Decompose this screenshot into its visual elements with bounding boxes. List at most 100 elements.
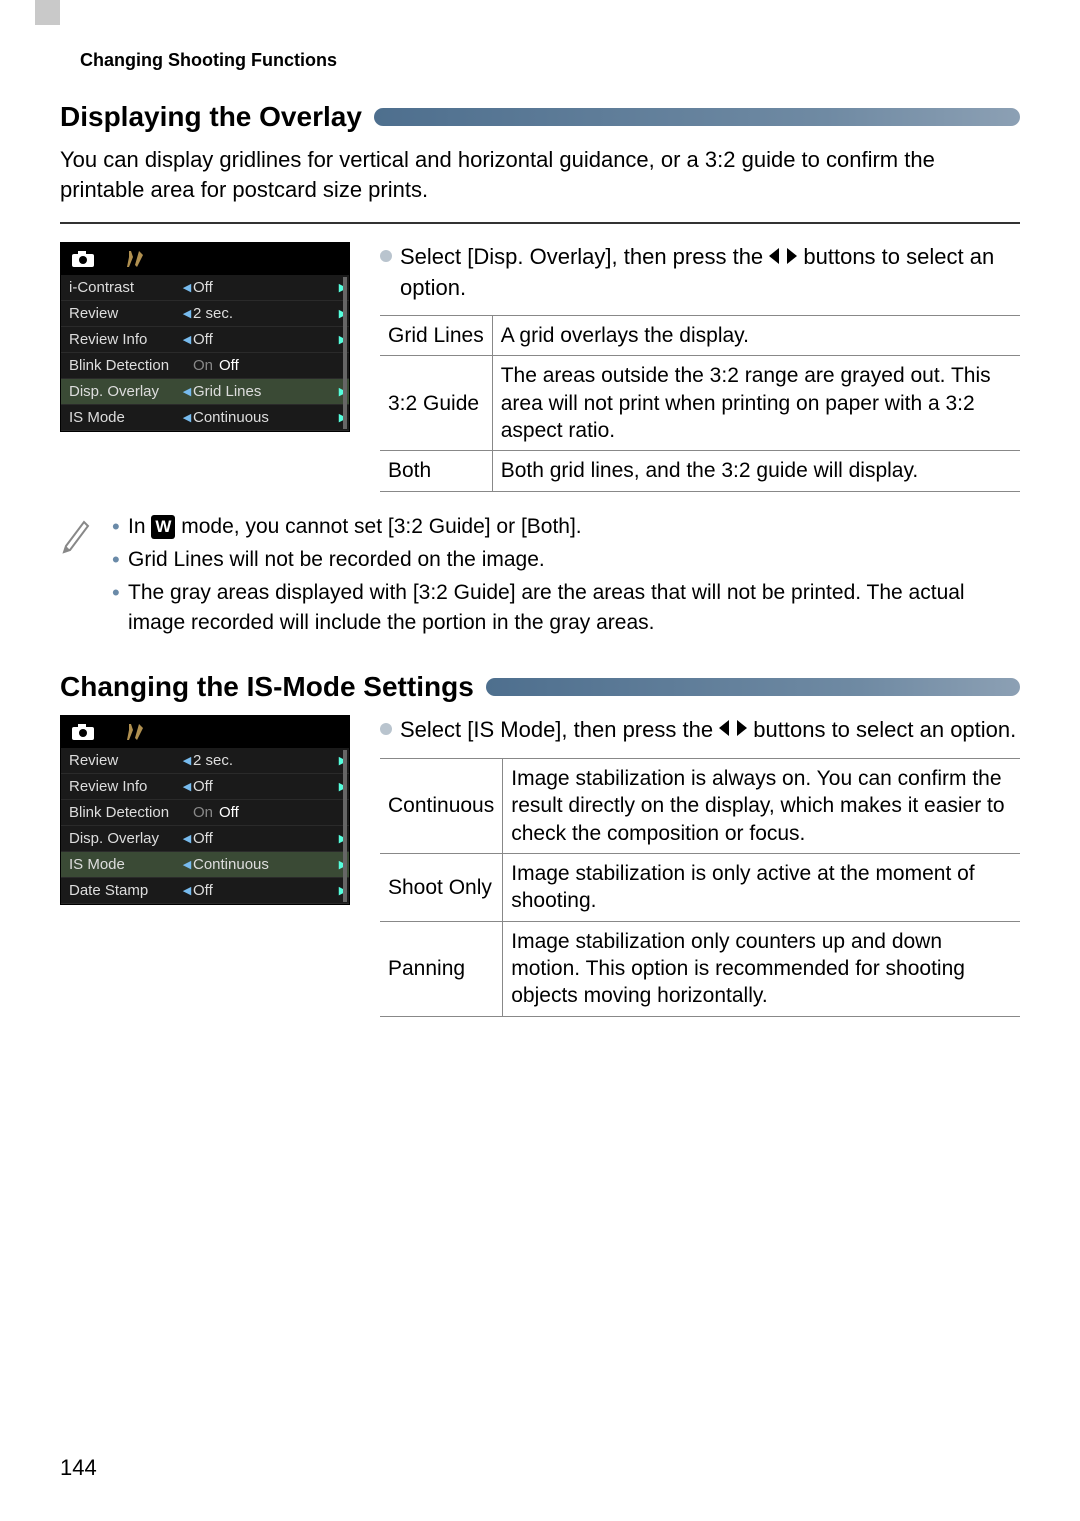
note-item: The gray areas displayed with [3:2 Guide… <box>112 578 1020 637</box>
step-instruction: Select [IS Mode], then press the buttons… <box>380 715 1020 746</box>
option-desc: Image stabilization is always on. You ca… <box>503 759 1020 854</box>
step-bullet-icon <box>380 723 392 735</box>
menu-label: IS Mode <box>61 409 181 426</box>
triangle-left-icon: ◀ <box>181 385 193 398</box>
menu-row: Date Stamp◀Off▶ <box>61 878 349 904</box>
section-title: Changing the IS-Mode Settings <box>60 671 474 703</box>
lcd-tabs <box>61 243 349 275</box>
step-text-pre: Select [IS Mode], then press the <box>400 717 719 742</box>
menu-value: OnOff <box>193 804 337 821</box>
note-item: Grid Lines will not be recorded on the i… <box>112 545 1020 574</box>
note-block: In W mode, you cannot set [3:2 Guide] or… <box>60 512 1020 642</box>
note-item: In W mode, you cannot set [3:2 Guide] or… <box>112 512 1020 541</box>
tools-tab-icon <box>125 722 145 742</box>
menu-value: 2 sec. <box>193 305 337 322</box>
options-table: Grid LinesA grid overlays the display.3:… <box>380 315 1020 491</box>
page-tab <box>35 0 60 25</box>
left-right-arrows-icon <box>719 716 747 746</box>
table-row: 3:2 GuideThe areas outside the 3:2 range… <box>380 356 1020 451</box>
triangle-left-icon: ◀ <box>181 858 193 871</box>
menu-row: Review◀2 sec.▶ <box>61 301 349 327</box>
step-bullet-icon <box>380 250 392 262</box>
running-header: Changing Shooting Functions <box>80 50 1020 71</box>
step-text-post: buttons to select an option. <box>747 717 1016 742</box>
table-row: ContinuousImage stabilization is always … <box>380 759 1020 854</box>
menu-label: Blink Detection <box>61 357 181 374</box>
menu-value: Continuous <box>193 856 337 873</box>
menu-row: Review◀2 sec.▶ <box>61 748 349 774</box>
menu-row: IS Mode◀Continuous▶ <box>61 405 349 431</box>
menu-label: IS Mode <box>61 856 181 873</box>
section-intro: You can display gridlines for vertical a… <box>60 145 1020 204</box>
camera-tab-icon <box>71 250 95 268</box>
scrollbar <box>343 277 347 429</box>
menu-value: Grid Lines <box>193 383 337 400</box>
menu-label: Review Info <box>61 331 181 348</box>
menu-label: Review <box>61 305 181 322</box>
page-number: 144 <box>60 1455 97 1481</box>
triangle-left-icon: ◀ <box>181 780 193 793</box>
triangle-left-icon: ◀ <box>181 832 193 845</box>
table-row: BothBoth grid lines, and the 3:2 guide w… <box>380 451 1020 491</box>
menu-row: Review Info◀Off▶ <box>61 327 349 353</box>
menu-row: Disp. Overlay◀Off▶ <box>61 826 349 852</box>
triangle-left-icon: ◀ <box>181 884 193 897</box>
table-row: Shoot OnlyImage stabilization is only ac… <box>380 854 1020 922</box>
option-desc: The areas outside the 3:2 range are gray… <box>492 356 1020 451</box>
section-title-row: Changing the IS-Mode Settings <box>60 671 1020 703</box>
option-desc: A grid overlays the display. <box>492 316 1020 356</box>
menu-value: Continuous <box>193 409 337 426</box>
pencil-note-icon <box>60 516 94 561</box>
wide-mode-icon: W <box>151 515 175 539</box>
triangle-left-icon: ◀ <box>181 754 193 767</box>
menu-value: Off <box>193 882 337 899</box>
camera-lcd-menu: Review◀2 sec.▶Review Info◀Off▶Blink Dete… <box>60 715 350 905</box>
option-name: Panning <box>380 921 503 1016</box>
option-name: Shoot Only <box>380 854 503 922</box>
camera-lcd-menu: i-Contrast◀Off▶Review◀2 sec.▶Review Info… <box>60 242 350 432</box>
options-table: ContinuousImage stabilization is always … <box>380 758 1020 1016</box>
title-bar-decoration <box>486 678 1020 696</box>
menu-row: IS Mode◀Continuous▶ <box>61 852 349 878</box>
option-desc: Image stabilization only counters up and… <box>503 921 1020 1016</box>
menu-label: Disp. Overlay <box>61 383 181 400</box>
menu-label: Date Stamp <box>61 882 181 899</box>
menu-value: Off <box>193 778 337 795</box>
left-right-arrows-icon <box>769 244 797 274</box>
menu-row: i-Contrast◀Off▶ <box>61 275 349 301</box>
triangle-left-icon: ◀ <box>181 307 193 320</box>
menu-label: Review <box>61 752 181 769</box>
step-text-pre: Select [Disp. Overlay], then press the <box>400 244 769 269</box>
menu-row: Disp. Overlay◀Grid Lines▶ <box>61 379 349 405</box>
option-desc: Both grid lines, and the 3:2 guide will … <box>492 451 1020 491</box>
scrollbar <box>343 750 347 902</box>
menu-row: Blink DetectionOnOff <box>61 800 349 826</box>
lcd-tabs <box>61 716 349 748</box>
menu-value: Off <box>193 279 337 296</box>
camera-tab-icon <box>71 723 95 741</box>
option-desc: Image stabilization is only active at th… <box>503 854 1020 922</box>
menu-label: Disp. Overlay <box>61 830 181 847</box>
table-row: Grid LinesA grid overlays the display. <box>380 316 1020 356</box>
menu-value: OnOff <box>193 357 337 374</box>
divider <box>60 222 1020 224</box>
option-name: 3:2 Guide <box>380 356 492 451</box>
menu-label: Review Info <box>61 778 181 795</box>
menu-value: Off <box>193 331 337 348</box>
menu-value: Off <box>193 830 337 847</box>
option-name: Both <box>380 451 492 491</box>
title-bar-decoration <box>374 108 1020 126</box>
triangle-left-icon: ◀ <box>181 333 193 346</box>
section-title-row: Displaying the Overlay <box>60 101 1020 133</box>
triangle-left-icon: ◀ <box>181 281 193 294</box>
menu-label: i-Contrast <box>61 279 181 296</box>
menu-row: Blink Detection OnOff <box>61 353 349 379</box>
option-name: Continuous <box>380 759 503 854</box>
triangle-left-icon: ◀ <box>181 411 193 424</box>
tools-tab-icon <box>125 249 145 269</box>
table-row: PanningImage stabilization only counters… <box>380 921 1020 1016</box>
option-name: Grid Lines <box>380 316 492 356</box>
step-instruction: Select [Disp. Overlay], then press the b… <box>380 242 1020 303</box>
menu-value: 2 sec. <box>193 752 337 769</box>
section-title: Displaying the Overlay <box>60 101 362 133</box>
